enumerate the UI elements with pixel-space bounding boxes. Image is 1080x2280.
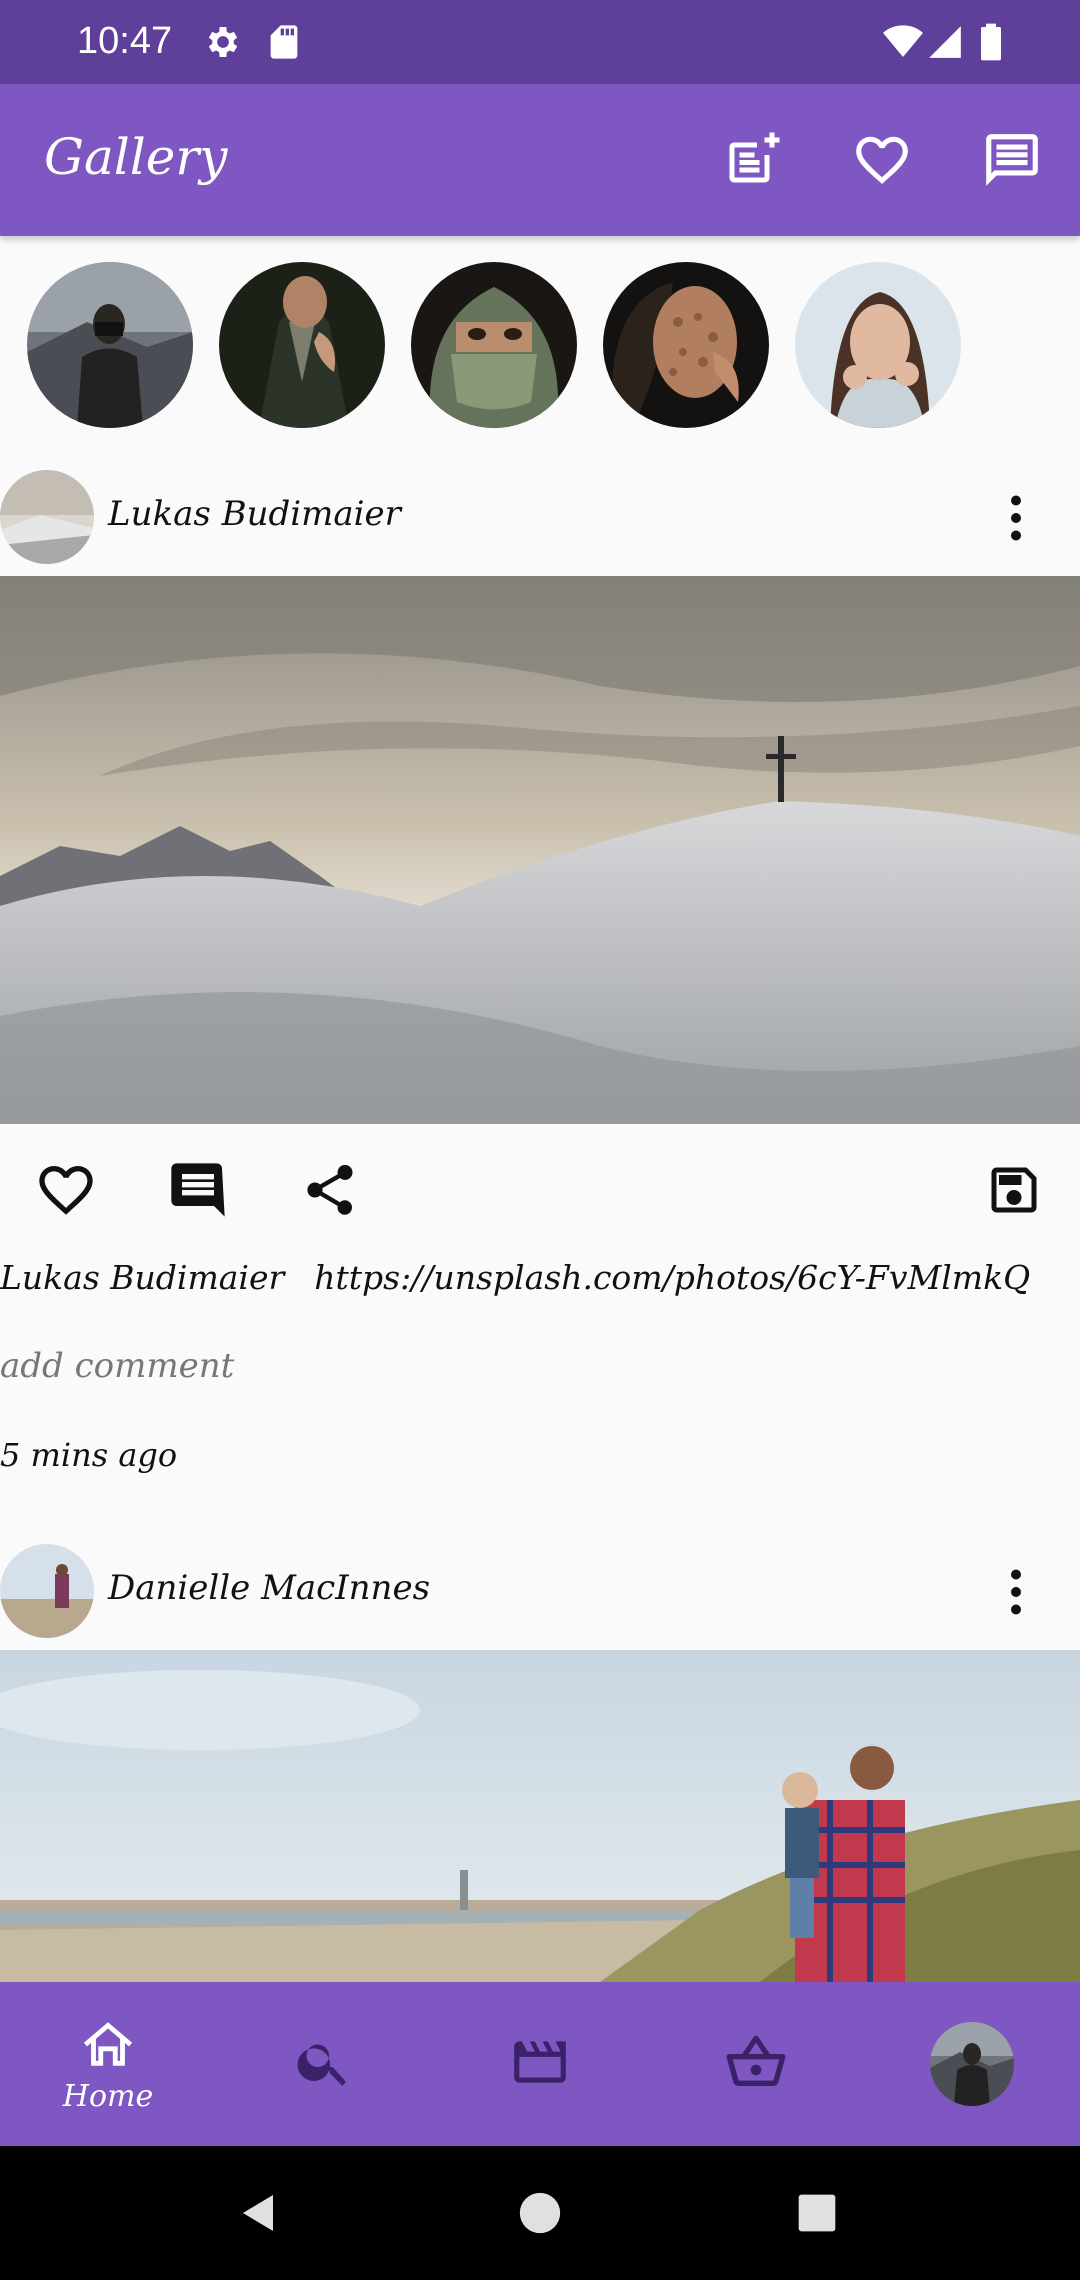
home-circle-icon[interactable]	[495, 2168, 585, 2258]
nav-home[interactable]: Home	[0, 1982, 216, 2146]
nav-profile[interactable]	[864, 1982, 1080, 2146]
story-photographer[interactable]	[27, 262, 193, 428]
app-bar: Gallery	[0, 84, 1080, 236]
back-icon[interactable]	[214, 2168, 304, 2258]
post-author-name[interactable]: Lukas Budimaier	[108, 494, 401, 534]
post-header: Danielle MacInnes	[0, 1526, 1080, 1638]
share-icon[interactable]	[290, 1150, 370, 1230]
profile-avatar	[930, 2022, 1014, 2106]
post-timestamp: 5 mins ago	[0, 1436, 178, 1474]
save-icon[interactable]	[974, 1150, 1054, 1230]
avatar[interactable]	[0, 470, 94, 564]
nav-videos[interactable]	[432, 1982, 648, 2146]
status-time: 10:47	[77, 20, 173, 62]
signal-icon	[926, 22, 966, 62]
post-image[interactable]	[0, 576, 1080, 1124]
story-veiled-woman[interactable]	[411, 262, 577, 428]
caption-text[interactable]: https://unsplash.com/photos/6cY-FvMlmkQ	[314, 1258, 1030, 1297]
app-title: Gallery	[44, 128, 228, 186]
sd-card-icon	[264, 22, 304, 62]
comment-icon[interactable]	[158, 1150, 238, 1230]
add-post-icon[interactable]	[716, 124, 788, 196]
more-options-icon[interactable]	[980, 482, 1052, 554]
story-smiling-woman[interactable]	[795, 262, 961, 428]
bottom-navigation: Home	[0, 1982, 1080, 2146]
nav-shop[interactable]	[648, 1982, 864, 2146]
like-icon[interactable]	[26, 1150, 106, 1230]
message-icon[interactable]	[976, 124, 1048, 196]
post-author-name[interactable]: Danielle MacInnes	[108, 1568, 430, 1608]
nav-search[interactable]	[216, 1982, 432, 2146]
post-header: Lukas Budimaier	[0, 452, 1080, 564]
caption-author[interactable]: Lukas Budimaier	[0, 1258, 284, 1297]
system-navigation-bar	[0, 2146, 1080, 2280]
more-options-icon[interactable]	[980, 1556, 1052, 1628]
movie-icon	[509, 2031, 571, 2097]
post-caption: Lukas Budimaier https://unsplash.com/phot…	[0, 1258, 1030, 1297]
stories-row	[0, 262, 1080, 432]
wifi-icon	[882, 22, 923, 62]
add-comment-input[interactable]: add comment	[0, 1346, 234, 1386]
battery-icon	[976, 22, 1016, 62]
post-actions	[0, 1130, 1080, 1250]
search-icon	[294, 2032, 354, 2096]
home-icon	[79, 2015, 137, 2077]
recents-icon[interactable]	[772, 2168, 862, 2258]
settings-icon	[203, 22, 243, 62]
heart-icon[interactable]	[846, 124, 918, 196]
story-suit-man[interactable]	[219, 262, 385, 428]
basket-icon	[724, 2030, 788, 2098]
story-lace-shadow-woman[interactable]	[603, 262, 769, 428]
nav-home-label: Home	[62, 2078, 154, 2114]
post-image[interactable]	[0, 1650, 1080, 1982]
status-bar: 10:47	[0, 0, 1080, 84]
avatar[interactable]	[0, 1544, 94, 1638]
